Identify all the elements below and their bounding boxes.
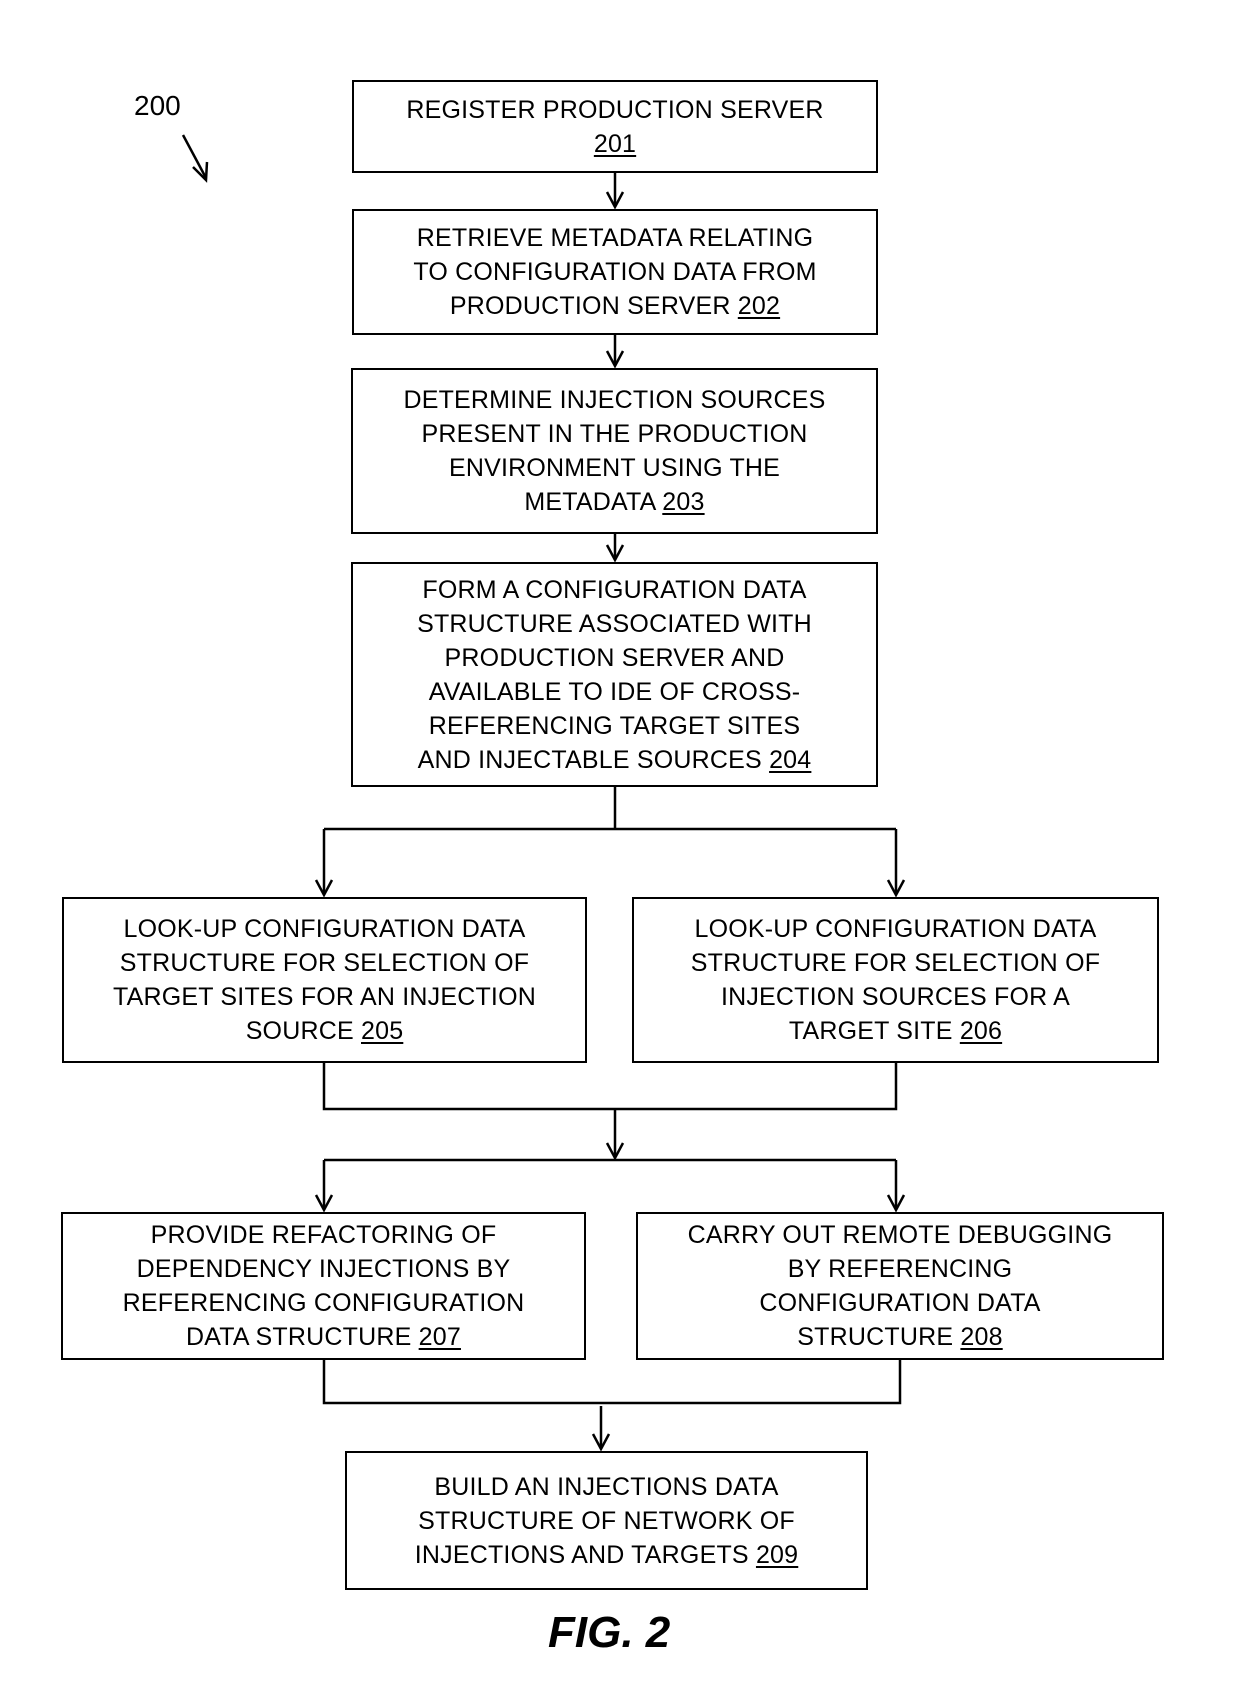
step-text: TARGET SITE	[788, 1017, 960, 1045]
step-text: PRODUCTION SERVER AND	[444, 643, 785, 672]
step-text-line: AVAILABLE TO IDE OF CROSS-	[429, 675, 801, 709]
step-text-line: LOOK-UP CONFIGURATION DATA	[695, 912, 1097, 946]
step-text-line: TARGET SITE 206	[789, 1014, 1002, 1048]
step-text: REGISTER PRODUCTION SERVER	[406, 95, 824, 124]
step-text: STRUCTURE FOR SELECTION OF	[690, 949, 1101, 977]
step-text: DATA STRUCTURE	[186, 1323, 419, 1351]
step-text-line: PRODUCTION SERVER 202	[450, 289, 780, 323]
step-text-line: RETRIEVE METADATA RELATING	[417, 221, 813, 255]
step-text-line: PROVIDE REFACTORING OF	[151, 1218, 497, 1252]
step-box-202: RETRIEVE METADATA RELATING TO CONFIGURATI…	[352, 209, 878, 335]
step-text: ENVIRONMENT USING THE	[448, 454, 781, 482]
step-text-line: DEPENDENCY INJECTIONS BY	[137, 1252, 511, 1286]
step-text: TARGET SITES FOR AN INJECTION	[113, 983, 536, 1011]
step-box-203: DETERMINE INJECTION SOURCES PRESENT IN TH…	[351, 368, 878, 534]
step-box-208: CARRY OUT REMOTE DEBUGGING BY REFERENCING…	[636, 1212, 1164, 1360]
step-text: CARRY OUT REMOTE DEBUGGING	[687, 1221, 1113, 1249]
step-text: PRODUCTION SERVER	[449, 292, 738, 320]
step-text-line: INJECTION SOURCES FOR A	[721, 980, 1070, 1014]
step-box-206: LOOK-UP CONFIGURATION DATA STRUCTURE FOR …	[632, 897, 1159, 1063]
step-text: RETRIEVE METADATA RELATING	[416, 224, 814, 252]
step-text-line: REFERENCING CONFIGURATION	[123, 1286, 525, 1320]
step-text: INJECTION SOURCES FOR A	[720, 983, 1071, 1011]
step-text: LOOK-UP CONFIGURATION DATA	[123, 915, 526, 943]
step-text: STRUCTURE	[797, 1323, 961, 1351]
step-text: REFERENCING TARGET SITES	[428, 711, 801, 740]
step-text: LOOK-UP CONFIGURATION DATA	[694, 915, 1097, 943]
step-box-209: BUILD AN INJECTIONS DATA STRUCTURE OF NET…	[345, 1451, 868, 1590]
step-box-201: REGISTER PRODUCTION SERVER 201	[352, 80, 878, 173]
step-reference-number: 208	[960, 1323, 1003, 1351]
step-text-line: PRESENT IN THE PRODUCTION	[421, 417, 807, 451]
step-text-line: CARRY OUT REMOTE DEBUGGING	[688, 1218, 1113, 1252]
step-text: STRUCTURE ASSOCIATED WITH	[417, 609, 812, 638]
step-text: BUILD AN INJECTIONS DATA	[434, 1472, 779, 1501]
step-text: STRUCTURE OF NETWORK OF	[418, 1506, 795, 1535]
step-text-line: DATA STRUCTURE 207	[186, 1320, 461, 1354]
step-reference-number: 204	[769, 745, 812, 774]
step-text-line: STRUCTURE ASSOCIATED WITH	[417, 607, 812, 641]
step-text: STRUCTURE FOR SELECTION OF	[119, 949, 530, 977]
step-text-line: BY REFERENCING	[788, 1252, 1013, 1286]
step-text: AVAILABLE TO IDE OF CROSS-	[428, 677, 801, 706]
step-text: PRESENT IN THE PRODUCTION	[421, 420, 808, 448]
step-text: BY REFERENCING	[787, 1255, 1013, 1283]
step-text-line: BUILD AN INJECTIONS DATA	[434, 1470, 778, 1504]
step-text: CONFIGURATION DATA	[759, 1289, 1041, 1317]
step-box-204: FORM A CONFIGURATION DATA STRUCTURE ASSOC…	[351, 562, 878, 787]
step-text-line: PRODUCTION SERVER AND	[445, 641, 785, 675]
step-reference-number: 207	[418, 1323, 461, 1351]
step-text: AND INJECTABLE SOURCES	[417, 745, 770, 774]
step-reference-number: 205	[361, 1017, 404, 1045]
step-reference-number: 209	[755, 1540, 799, 1569]
step-text-line: CONFIGURATION DATA	[759, 1286, 1040, 1320]
step-text-line: STRUCTURE FOR SELECTION OF	[691, 946, 1100, 980]
step-text-line: STRUCTURE 208	[797, 1320, 1002, 1354]
step-text: METADATA	[524, 488, 663, 516]
step-text: FORM A CONFIGURATION DATA	[422, 575, 807, 604]
step-box-207: PROVIDE REFACTORING OF DEPENDENCY INJECTI…	[61, 1212, 586, 1360]
step-reference-number: 201	[593, 129, 637, 158]
reference-pointer-arrow	[181, 134, 209, 183]
step-text: INJECTIONS AND TARGETS	[414, 1540, 756, 1569]
figure-label: FIG. 2	[548, 1608, 671, 1657]
step-text: DEPENDENCY INJECTIONS BY	[136, 1255, 511, 1283]
connector-split-207-208	[322, 1158, 898, 1210]
step-text-line: REGISTER PRODUCTION SERVER	[406, 93, 823, 127]
step-text-line: FORM A CONFIGURATION DATA	[422, 573, 806, 607]
step-text-line: INJECTIONS AND TARGETS 209	[415, 1538, 799, 1572]
step-box-205: LOOK-UP CONFIGURATION DATA STRUCTURE FOR …	[62, 897, 587, 1063]
connector-204-split	[322, 787, 898, 895]
step-reference-number: 202	[737, 292, 781, 320]
step-text: TO CONFIGURATION DATA FROM	[413, 258, 817, 286]
step-text-line: TO CONFIGURATION DATA FROM	[413, 255, 816, 289]
step-text-line: LOOK-UP CONFIGURATION DATA	[124, 912, 526, 946]
step-text-line: STRUCTURE OF NETWORK OF	[418, 1504, 795, 1538]
step-text-line: DETERMINE INJECTION SOURCES	[403, 383, 825, 417]
step-reference-number: 203	[662, 488, 705, 516]
step-reference-number: 206	[959, 1017, 1003, 1045]
connector-207-208-209	[322, 1360, 902, 1449]
step-text-line: SOURCE 205	[246, 1014, 404, 1048]
step-text: REFERENCING CONFIGURATION	[122, 1289, 525, 1317]
step-text: PROVIDE REFACTORING OF	[150, 1221, 497, 1249]
step-text-line: REFERENCING TARGET SITES	[429, 709, 801, 743]
step-text: SOURCE	[245, 1017, 361, 1045]
step-text-line: ENVIRONMENT USING THE	[449, 451, 780, 485]
step-text-line: METADATA 203	[524, 485, 704, 519]
step-text-line: TARGET SITES FOR AN INJECTION	[113, 980, 536, 1014]
step-text-line: AND INJECTABLE SOURCES 204	[418, 743, 812, 777]
connector-205-206-merge	[322, 1063, 898, 1158]
step-text-line: STRUCTURE FOR SELECTION OF	[120, 946, 529, 980]
step-text: DETERMINE INJECTION SOURCES	[403, 386, 826, 414]
